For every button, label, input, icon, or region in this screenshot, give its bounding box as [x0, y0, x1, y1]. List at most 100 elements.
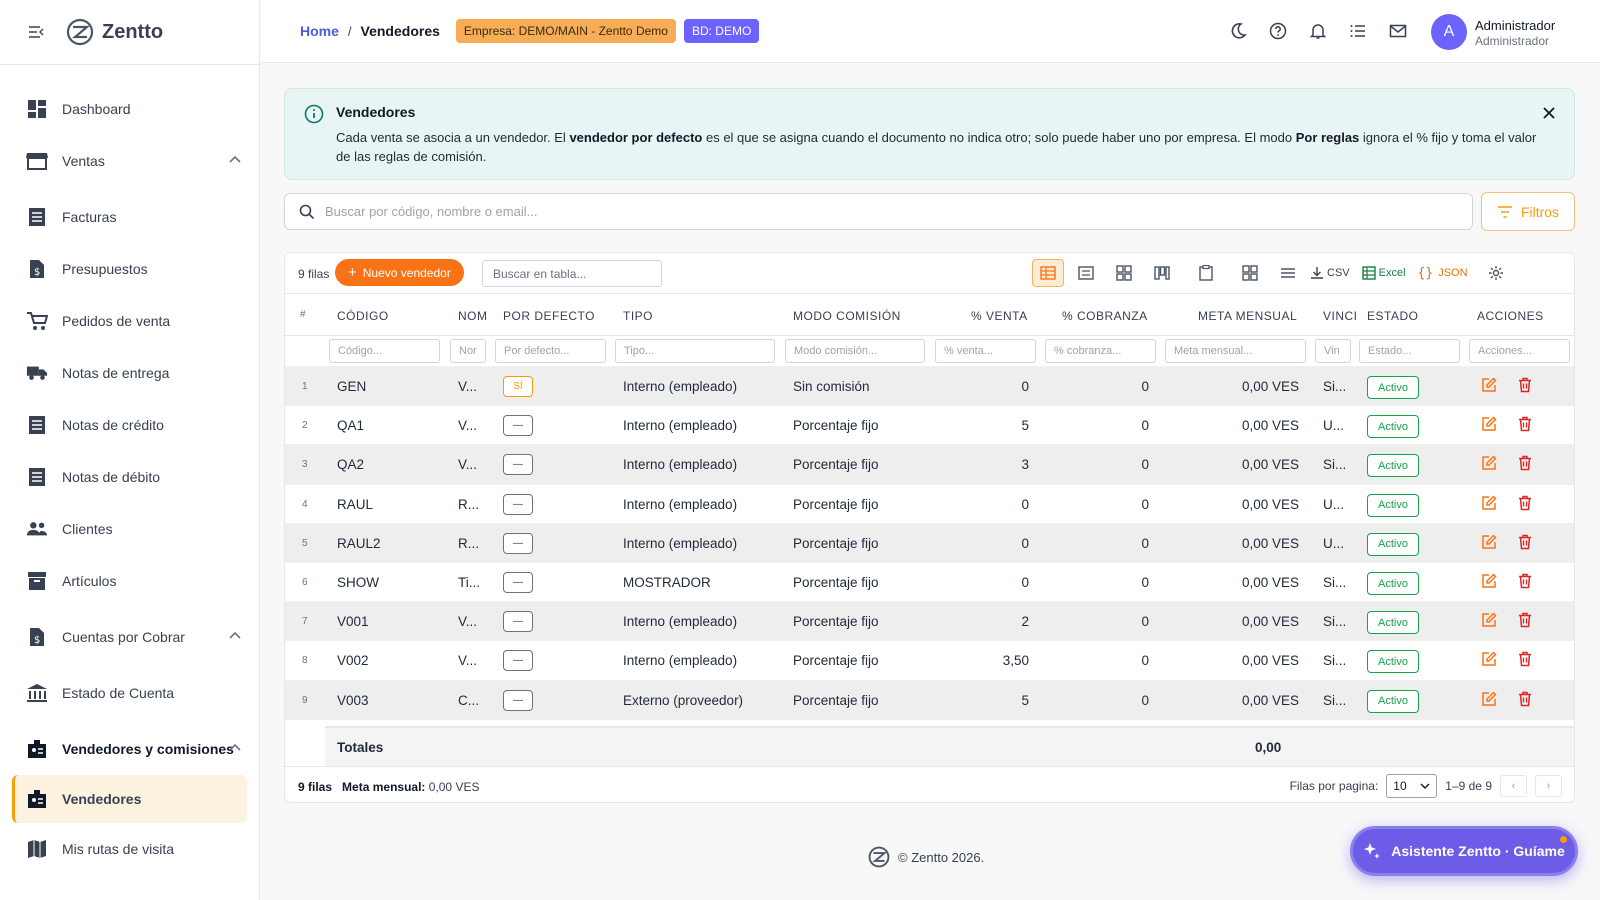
filter-cobranza-input[interactable]: % cobranza... [1045, 339, 1156, 363]
edit-icon[interactable] [1481, 534, 1497, 553]
clipboard-icon[interactable] [1190, 259, 1222, 287]
col-header-vinculo[interactable]: VINCI [1323, 309, 1357, 323]
list-view-icon[interactable] [1070, 259, 1102, 287]
col-header-meta-mensual[interactable]: META MENSUAL [1198, 309, 1297, 323]
col-header-modo-comision[interactable]: MODO COMISIÓN [793, 309, 901, 323]
sidebar-item-articulos[interactable]: Artículos [0, 555, 259, 607]
sidebar-item-rutas[interactable]: Mis rutas de visita [0, 823, 259, 875]
sidebar-item-vendedores-comisiones[interactable]: Vendedores y comisiones [0, 723, 259, 775]
help-icon[interactable] [1269, 22, 1287, 40]
sidebar-item-ventas[interactable]: Ventas [0, 135, 259, 187]
delete-icon[interactable] [1518, 691, 1532, 710]
table-row[interactable]: 4 RAUL R... — Interno (empleado) Porcentaje f… [285, 483, 1574, 524]
table-search-input[interactable]: Buscar en tabla... [482, 260, 662, 287]
filter-tipo-input[interactable]: Tipo... [615, 339, 775, 363]
col-header-por-defecto[interactable]: POR DEFECTO [503, 309, 595, 323]
collapse-menu-icon[interactable] [28, 25, 44, 39]
default-toggle[interactable]: — [503, 532, 533, 554]
export-json-button[interactable]: {} JSON [1418, 266, 1468, 281]
sidebar-item-cuentas-cobrar[interactable]: $ Cuentas por Cobrar [0, 611, 259, 663]
chevron-up-icon[interactable] [229, 155, 241, 163]
filter-nombre-input[interactable]: Nor [450, 339, 486, 363]
sidebar-item-vendedores[interactable]: Vendedores [12, 775, 247, 823]
filter-vinculo-input[interactable]: Vin [1315, 339, 1351, 363]
sidebar-item-pedidos[interactable]: Pedidos de venta [0, 295, 259, 347]
sidebar-item-notas-credito[interactable]: Notas de crédito [0, 399, 259, 451]
settings-gear-icon[interactable] [1480, 259, 1512, 287]
export-excel-button[interactable]: Excel [1361, 266, 1406, 280]
empresa-badge[interactable]: Empresa: DEMO/MAIN - Zentto Demo [455, 19, 676, 43]
filter-codigo-input[interactable]: Código... [329, 339, 440, 363]
close-icon[interactable] [1542, 106, 1556, 120]
per-page-select[interactable]: 10 [1386, 774, 1438, 798]
sidebar-item-facturas[interactable]: Facturas [0, 191, 259, 243]
edit-icon[interactable] [1481, 495, 1497, 514]
sidebar-item-clientes[interactable]: Clientes [0, 503, 259, 555]
table-view-icon[interactable] [1032, 259, 1064, 287]
new-seller-button[interactable]: + Nuevo vendedor [335, 259, 464, 286]
delete-icon[interactable] [1518, 534, 1532, 553]
default-toggle[interactable]: — [503, 611, 533, 633]
table-row[interactable]: 1 GEN V... SÍ Interno (empleado) Sin comisión… [285, 366, 1574, 406]
filter-modo-input[interactable]: Modo comisión... [785, 339, 925, 363]
cards-view-icon[interactable] [1108, 259, 1140, 287]
chevron-up-icon[interactable] [229, 743, 241, 751]
sidebar-item-notas-debito[interactable]: Notas de débito [0, 451, 259, 503]
edit-icon[interactable] [1481, 455, 1497, 474]
filters-button[interactable]: Filtros [1481, 192, 1575, 231]
col-header-nombre[interactable]: NOM [458, 309, 492, 323]
notification-bell-icon[interactable] [1309, 22, 1327, 40]
next-page-button[interactable]: › [1535, 775, 1562, 797]
table-row[interactable]: 3 QA2 V... — Interno (empleado) Porcentaje fi… [285, 444, 1574, 485]
grid-density-icon[interactable] [1234, 259, 1266, 287]
delete-icon[interactable] [1518, 573, 1532, 592]
col-header-tipo[interactable]: TIPO [623, 309, 653, 323]
table-row[interactable]: 7 V001 V... — Interno (empleado) Porcentaje f… [285, 601, 1574, 642]
delete-icon[interactable] [1518, 612, 1532, 631]
mail-icon[interactable] [1389, 22, 1407, 40]
filter-venta-input[interactable]: % venta... [935, 339, 1036, 363]
brand-logo[interactable]: Zentto [66, 18, 163, 46]
default-toggle[interactable]: — [503, 650, 533, 672]
chevron-up-icon[interactable] [229, 631, 241, 639]
default-toggle[interactable]: — [503, 454, 533, 476]
task-list-icon[interactable] [1349, 22, 1367, 40]
edit-icon[interactable] [1481, 691, 1497, 710]
sidebar-item-presupuestos[interactable]: $ Presupuestos [0, 243, 259, 295]
col-header-venta[interactable]: % VENTA [971, 309, 1028, 323]
delete-icon[interactable] [1518, 416, 1532, 435]
sidebar-item-estado-cuenta[interactable]: Estado de Cuenta [0, 667, 259, 719]
assistant-button[interactable]: Asistente Zentto · Guíame [1350, 826, 1578, 876]
delete-icon[interactable] [1518, 651, 1532, 670]
user-menu[interactable]: A Administrador Administrador [1431, 14, 1555, 50]
sidebar-item-dashboard[interactable]: Dashboard [0, 83, 259, 135]
filter-estado-input[interactable]: Estado... [1359, 339, 1460, 363]
sidebar-item-notas-entrega[interactable]: Notas de entrega [0, 347, 259, 399]
default-toggle[interactable]: — [503, 493, 533, 515]
breadcrumb-home[interactable]: Home [300, 23, 339, 39]
delete-icon[interactable] [1518, 495, 1532, 514]
edit-icon[interactable] [1481, 377, 1497, 396]
kanban-view-icon[interactable] [1146, 259, 1178, 287]
col-header-codigo[interactable]: CÓDIGO [337, 309, 389, 323]
default-toggle[interactable]: — [503, 572, 533, 593]
table-row[interactable]: 8 V002 V... — Interno (empleado) Porcentaje f… [285, 640, 1574, 680]
delete-icon[interactable] [1518, 455, 1532, 474]
prev-page-button[interactable]: ‹ [1500, 775, 1527, 797]
col-header-estado[interactable]: ESTADO [1367, 309, 1418, 323]
filter-por-defecto-input[interactable]: Por defecto... [495, 339, 606, 363]
col-header-cobranza[interactable]: % COBRANZA [1062, 309, 1148, 323]
table-row[interactable]: 5 RAUL2 R... — Interno (empleado) Porcentaje … [285, 522, 1574, 563]
edit-icon[interactable] [1481, 573, 1497, 592]
default-toggle[interactable]: — [503, 415, 533, 437]
filter-acciones-input[interactable]: Acciones... [1469, 339, 1570, 363]
edit-icon[interactable] [1481, 612, 1497, 631]
row-density-icon[interactable] [1272, 259, 1304, 287]
table-row[interactable]: 9 V003 C... — Externo (proveedor) Porcentaje … [285, 679, 1574, 720]
default-toggle[interactable]: SÍ [503, 376, 533, 397]
table-row[interactable]: 2 QA1 V... — Interno (empleado) Porcentaje fi… [285, 405, 1574, 445]
delete-icon[interactable] [1518, 377, 1532, 396]
dark-mode-icon[interactable] [1229, 22, 1247, 40]
export-csv-button[interactable]: CSV [1310, 266, 1350, 280]
table-row[interactable]: 6 SHOW Ti... — MOSTRADOR Porcentaje fijo 0 0 0,0… [285, 562, 1574, 602]
